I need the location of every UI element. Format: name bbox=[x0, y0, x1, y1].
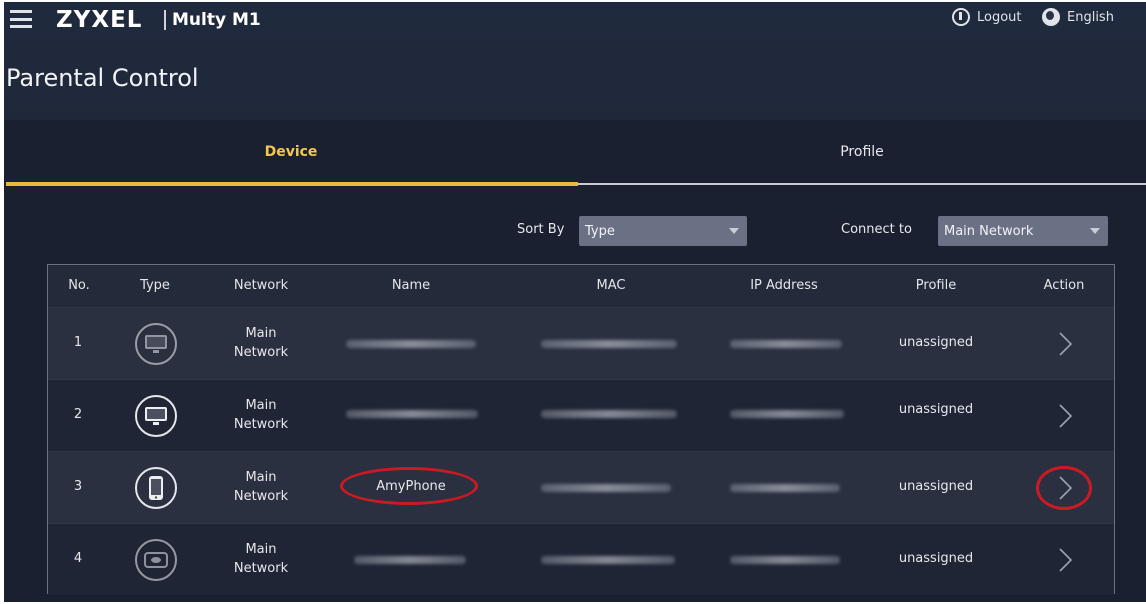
col-action: Action bbox=[1043, 278, 1085, 293]
col-network: Network bbox=[233, 278, 289, 293]
name-redacted bbox=[346, 410, 478, 418]
sort-by-select[interactable]: Type bbox=[579, 216, 747, 246]
logout-button[interactable]: Logout bbox=[952, 8, 1022, 26]
active-tab-indicator bbox=[6, 182, 578, 186]
monitor-icon bbox=[135, 323, 177, 365]
row-number: 4 bbox=[73, 551, 83, 566]
profile-value: unassigned bbox=[898, 402, 974, 417]
tab-device[interactable]: Device bbox=[4, 120, 578, 184]
language-label: English bbox=[1067, 9, 1114, 25]
sort-by-value: Type bbox=[585, 223, 615, 239]
logout-icon bbox=[952, 8, 970, 26]
tab-bar: Device Profile bbox=[4, 120, 1146, 186]
network-line-2: Network bbox=[233, 417, 289, 432]
content-panel: Device Profile Sort By Type Connect to M… bbox=[4, 120, 1146, 602]
sort-by-label: Sort By bbox=[517, 222, 565, 237]
network-line-2: Network bbox=[233, 345, 289, 360]
network-cell: Main Network bbox=[218, 396, 304, 434]
table-row: 1 Main Network unassigned bbox=[48, 307, 1114, 379]
mac-redacted bbox=[541, 410, 677, 418]
network-line-1: Main bbox=[245, 398, 277, 413]
network-line-2: Network bbox=[233, 561, 289, 576]
phone-icon bbox=[135, 467, 177, 509]
chevron-right-icon[interactable] bbox=[1056, 403, 1074, 429]
chevron-right-icon[interactable] bbox=[1056, 547, 1074, 573]
network-cell: Main Network bbox=[218, 324, 304, 362]
mac-redacted bbox=[541, 556, 675, 564]
menu-icon[interactable] bbox=[10, 10, 32, 28]
table-header: No. Type Network Name MAC IP Address Pro… bbox=[48, 265, 1114, 307]
connect-to-value: Main Network bbox=[944, 223, 1034, 239]
name-redacted bbox=[346, 340, 476, 348]
top-bar: ZYXEL Multy M1 Logout English bbox=[4, 2, 1146, 42]
col-no: No. bbox=[68, 278, 90, 293]
brand-logo: ZYXEL bbox=[56, 7, 143, 33]
row-number: 2 bbox=[73, 407, 83, 422]
brand-divider bbox=[164, 10, 166, 30]
network-line-2: Network bbox=[233, 489, 289, 504]
row-number: 1 bbox=[73, 335, 83, 350]
logout-label: Logout bbox=[977, 9, 1022, 25]
table-row: 2 Main Network unassigned bbox=[48, 379, 1114, 451]
col-mac: MAC bbox=[596, 278, 626, 293]
connect-to-label: Connect to bbox=[841, 222, 912, 237]
connect-to-select[interactable]: Main Network bbox=[938, 216, 1108, 246]
chevron-right-icon[interactable] bbox=[1056, 475, 1074, 501]
language-selector[interactable]: English bbox=[1042, 8, 1114, 26]
table-row: 3 Main Network AmyPhone unassigned bbox=[48, 451, 1114, 523]
chevron-down-icon bbox=[1090, 228, 1100, 234]
globe-icon bbox=[1042, 8, 1060, 26]
profile-value: unassigned bbox=[898, 335, 974, 350]
name-redacted bbox=[354, 556, 466, 564]
app-window: ZYXEL Multy M1 Logout English Parental C… bbox=[4, 2, 1146, 602]
device-table: No. Type Network Name MAC IP Address Pro… bbox=[47, 264, 1115, 595]
ip-redacted bbox=[730, 484, 840, 492]
ip-redacted bbox=[730, 340, 842, 348]
device-icon bbox=[135, 539, 177, 581]
profile-value: unassigned bbox=[898, 479, 974, 494]
ip-redacted bbox=[730, 556, 840, 564]
filter-bar: Sort By Type Connect to Main Network bbox=[4, 216, 1146, 246]
network-cell: Main Network bbox=[218, 540, 304, 578]
col-profile: Profile bbox=[915, 278, 957, 293]
mac-redacted bbox=[541, 484, 671, 492]
col-name: Name bbox=[391, 278, 431, 293]
tab-underline bbox=[578, 183, 1146, 185]
row-number: 3 bbox=[73, 479, 83, 494]
network-line-1: Main bbox=[245, 542, 277, 557]
mac-redacted bbox=[541, 340, 677, 348]
col-ip-address: IP Address bbox=[750, 278, 818, 293]
ip-redacted bbox=[730, 410, 844, 418]
chevron-down-icon bbox=[729, 228, 739, 234]
page-title: Parental Control bbox=[6, 64, 199, 92]
network-cell: Main Network bbox=[218, 468, 304, 506]
network-line-1: Main bbox=[245, 470, 277, 485]
table-row: 4 Main Network unassigned bbox=[48, 523, 1114, 595]
chevron-right-icon[interactable] bbox=[1056, 331, 1074, 357]
model-name: Multy M1 bbox=[172, 10, 261, 30]
profile-value: unassigned bbox=[898, 551, 974, 566]
device-name: AmyPhone bbox=[376, 479, 446, 494]
monitor-icon bbox=[135, 395, 177, 437]
tab-profile[interactable]: Profile bbox=[578, 120, 1146, 184]
network-line-1: Main bbox=[245, 326, 277, 341]
col-type: Type bbox=[140, 278, 170, 293]
